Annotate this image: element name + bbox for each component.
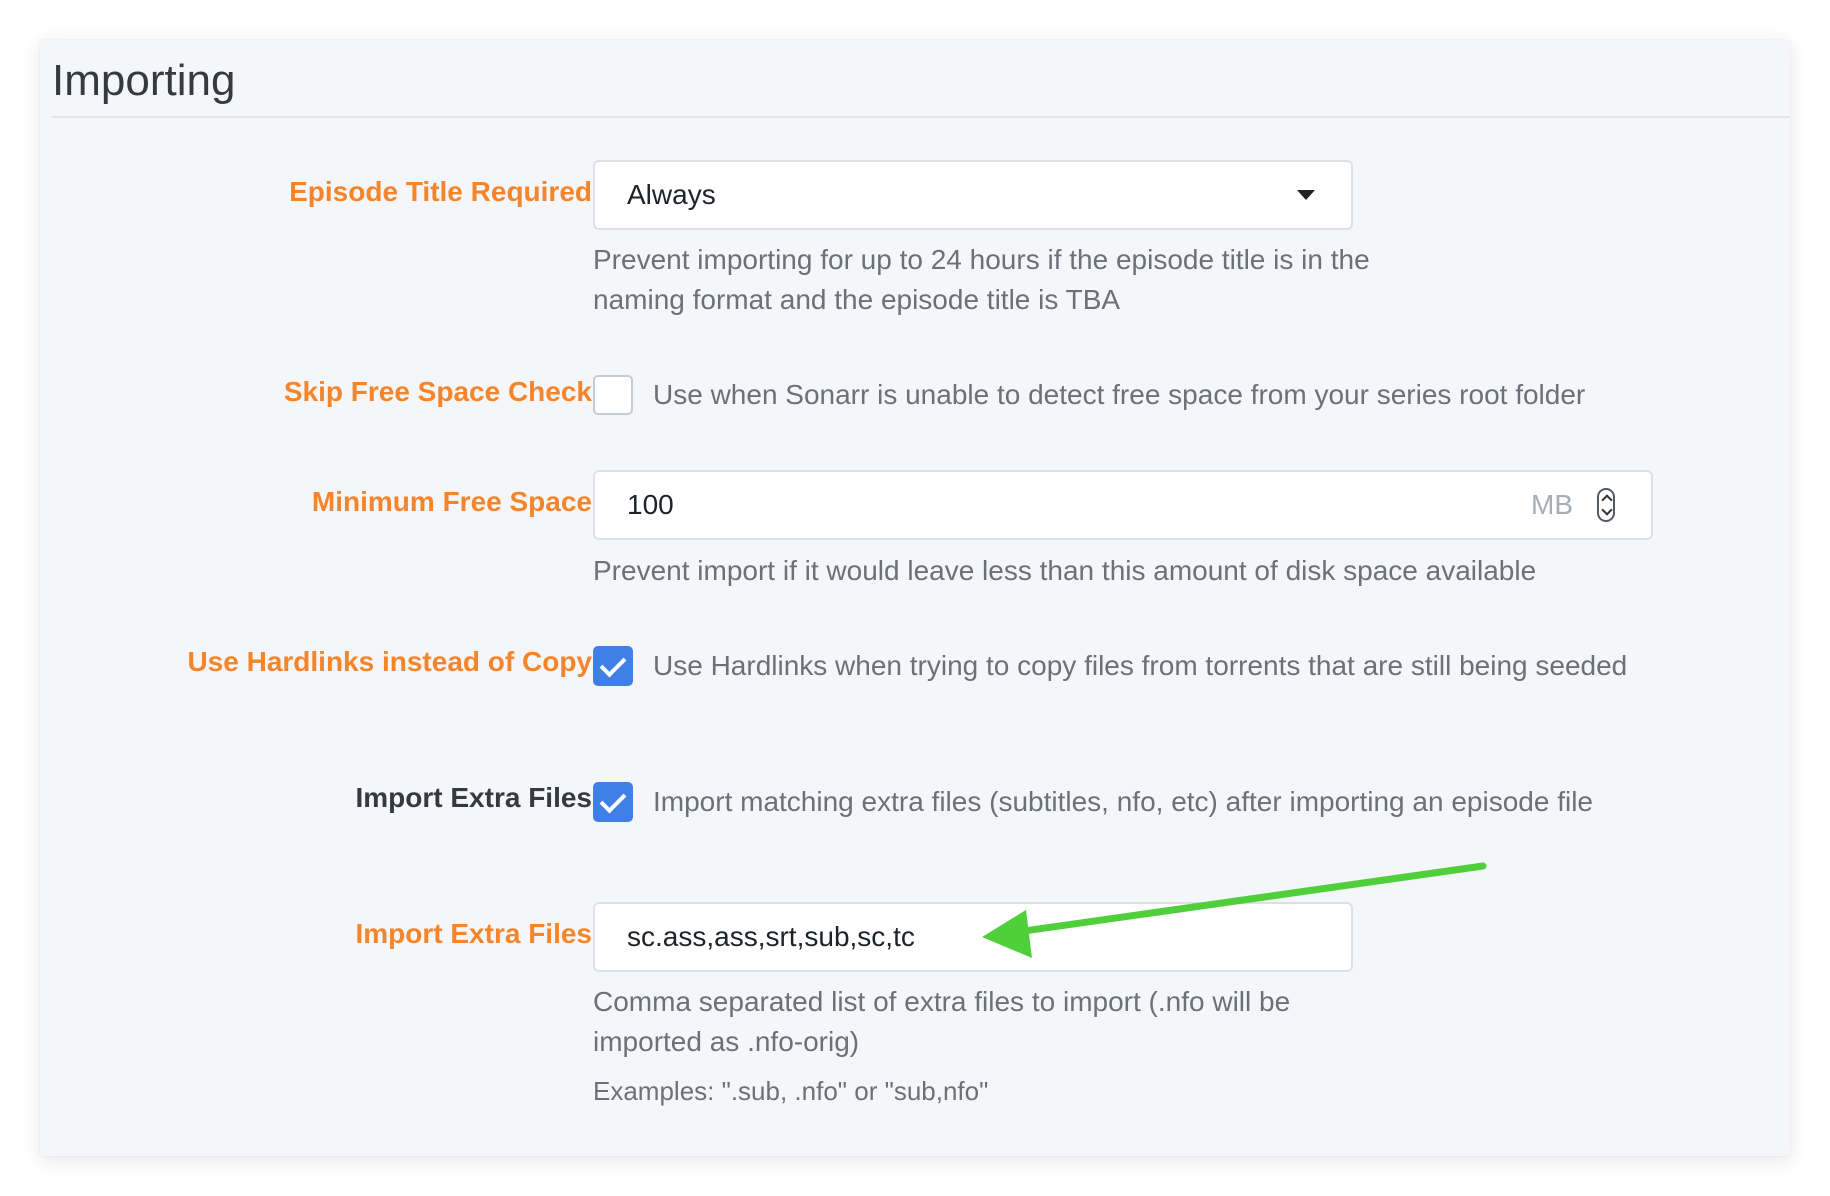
section-title: Importing [52,56,236,105]
episode-title-required-help: Prevent importing for up to 24 hours if … [593,244,1370,315]
skip-free-space-check-checkbox[interactable] [593,375,633,415]
checkmark-icon [599,786,627,814]
minimum-free-space-value: 100 [627,489,674,520]
extra-file-extensions-examples: Examples: ".sub, .nfo" or "sub,nfo" [593,1076,989,1106]
use-hardlinks-text: Use Hardlinks when trying to copy files … [653,650,1628,681]
use-hardlinks-checkbox[interactable] [593,646,633,686]
use-hardlinks-label: Use Hardlinks instead of Copy [187,646,592,677]
unit-label: MB [1531,489,1573,520]
skip-free-space-check-label: Skip Free Space Check [283,376,592,407]
chevron-down-icon [1297,190,1315,200]
extra-file-extensions-input[interactable]: sc.ass,ass,srt,sub,sc,tc [593,902,1353,972]
extra-file-extensions-value: sc.ass,ass,srt,sub,sc,tc [627,921,915,952]
episode-title-required-label: Episode Title Required [289,176,592,207]
number-stepper-icon[interactable] [1597,488,1615,522]
episode-title-required-value: Always [627,179,716,210]
episode-title-required-select[interactable]: Always [593,160,1353,230]
import-extra-files-label: Import Extra Files [355,782,592,813]
extra-file-extensions-label: Import Extra Files [355,918,592,949]
checkmark-icon [599,650,627,678]
import-extra-files-checkbox[interactable] [593,782,633,822]
extra-file-extensions-help: Comma separated list of extra files to i… [593,986,1291,1057]
importing-settings-panel: Importing Episode Title Required Always … [40,40,1790,1156]
section-divider [52,116,1790,118]
minimum-free-space-input[interactable]: 100 MB [593,470,1653,540]
minimum-free-space-help: Prevent import if it would leave less th… [593,555,1537,586]
minimum-free-space-label: Minimum Free Space [311,486,592,517]
import-extra-files-text: Import matching extra files (subtitles, … [653,786,1593,817]
skip-free-space-check-text: Use when Sonarr is unable to detect free… [653,379,1586,410]
